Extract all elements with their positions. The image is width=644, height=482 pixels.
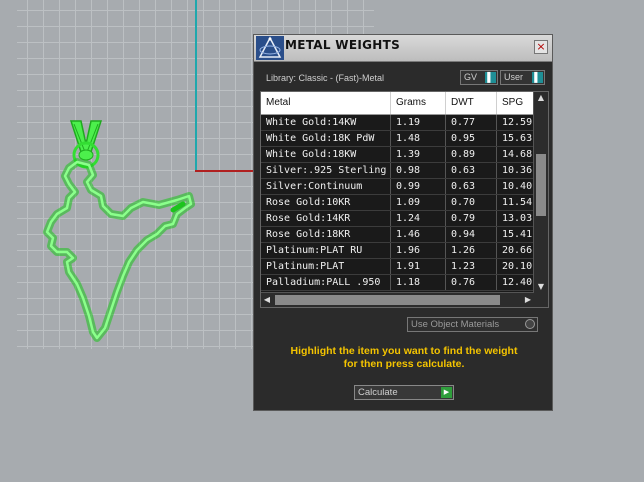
cell-spg: 20.66: [497, 243, 534, 258]
table-row[interactable]: Silver:.925 Sterling 0.98 0.63 10.36: [261, 163, 534, 179]
cell-metal: White Gold:14KW: [261, 115, 391, 130]
vertical-scroll-thumb[interactable]: [536, 154, 546, 216]
table-row[interactable]: Rose Gold:18KR 1.46 0.94 15.41: [261, 227, 534, 243]
cell-dwt: 0.79: [446, 211, 497, 226]
chevron-down-icon[interactable]: ▼: [534, 281, 548, 293]
cell-grams: 0.98: [391, 163, 446, 178]
cell-spg: 12.40: [497, 275, 534, 290]
user-label: User: [504, 72, 524, 82]
cell-spg: 15.63: [497, 131, 534, 146]
table-header: Metal Grams DWT SPG: [261, 92, 534, 115]
column-header-spg[interactable]: SPG: [497, 92, 534, 114]
cell-spg: 15.41: [497, 227, 534, 242]
cell-grams: 1.91: [391, 259, 446, 274]
library-label: Library: Classic - (Fast)-Metal: [266, 73, 385, 83]
cell-grams: 1.48: [391, 131, 446, 146]
column-header-dwt[interactable]: DWT: [446, 92, 497, 114]
cell-spg: 20.10: [497, 259, 534, 274]
table-row[interactable]: White Gold:18KW 1.39 0.89 14.68: [261, 147, 534, 163]
play-icon: ▶: [441, 387, 452, 398]
table-row[interactable]: White Gold:18K PdW 1.48 0.95 15.63: [261, 131, 534, 147]
cell-metal: Silver:Continuum: [261, 179, 391, 194]
cell-spg: 10.36: [497, 163, 534, 178]
cell-metal: Rose Gold:14KR: [261, 211, 391, 226]
cell-dwt: 0.94: [446, 227, 497, 242]
cell-metal: Palladium:PALL .950: [261, 275, 391, 290]
scroll-corner: [534, 293, 548, 307]
cell-dwt: 0.89: [446, 147, 497, 162]
cell-spg: 10.40: [497, 179, 534, 194]
calculate-button[interactable]: Calculate ▶: [354, 385, 454, 400]
table-row[interactable]: White Gold:14KW 1.19 0.77 12.59: [261, 115, 534, 131]
horizontal-scroll-thumb[interactable]: [275, 295, 500, 305]
metal-weights-dialog: METAL WEIGHTS × Library: Classic - (Fast…: [253, 34, 553, 411]
cell-grams: 1.18: [391, 275, 446, 290]
cell-grams: 0.99: [391, 179, 446, 194]
horizontal-scrollbar[interactable]: ◀ ▶: [261, 292, 534, 307]
vertical-scrollbar[interactable]: ▲ ▼: [533, 92, 548, 293]
cell-spg: 14.68: [497, 147, 534, 162]
cell-grams: 1.46: [391, 227, 446, 242]
cell-metal: Silver:.925 Sterling: [261, 163, 391, 178]
chevron-up-icon[interactable]: ▲: [534, 92, 548, 104]
instruction-text: Highlight the item you want to find the …: [264, 345, 544, 371]
column-header-metal[interactable]: Metal: [261, 92, 391, 114]
cell-grams: 1.96: [391, 243, 446, 258]
cell-dwt: 1.26: [446, 243, 497, 258]
user-toggle[interactable]: User ▌: [500, 70, 545, 85]
cell-metal: Rose Gold:10KR: [261, 195, 391, 210]
dialog-title: METAL WEIGHTS: [285, 38, 401, 52]
cell-dwt: 0.70: [446, 195, 497, 210]
cell-spg: 13.03: [497, 211, 534, 226]
pendant-model[interactable]: [17, 0, 217, 349]
gv-toggle-icon: ▌: [485, 72, 496, 83]
table-row[interactable]: Rose Gold:10KR 1.09 0.70 11.54: [261, 195, 534, 211]
cell-dwt: 0.76: [446, 275, 497, 290]
user-toggle-icon: ▌: [532, 72, 543, 83]
cell-dwt: 0.63: [446, 163, 497, 178]
cell-grams: 1.39: [391, 147, 446, 162]
instruction-line-2: for then press calculate.: [343, 358, 465, 370]
metal-table[interactable]: Metal Grams DWT SPG White Gold:14KW 1.19 0…: [260, 91, 549, 308]
cell-grams: 1.19: [391, 115, 446, 130]
radio-icon[interactable]: [525, 319, 535, 329]
use-object-materials-toggle[interactable]: Use Object Materials: [407, 317, 538, 332]
gv-toggle[interactable]: GV ▌: [460, 70, 498, 85]
use-object-materials-label: Use Object Materials: [411, 319, 500, 330]
gv-label: GV: [464, 72, 478, 82]
chevron-right-icon[interactable]: ▶: [522, 293, 534, 307]
cell-metal: Rose Gold:18KR: [261, 227, 391, 242]
table-row[interactable]: Rose Gold:14KR 1.24 0.79 13.03: [261, 211, 534, 227]
close-icon[interactable]: ×: [534, 40, 548, 54]
table-row[interactable]: Palladium:PALL .950 1.18 0.76 12.40: [261, 275, 534, 291]
cell-dwt: 0.95: [446, 131, 497, 146]
dialog-title-bar[interactable]: METAL WEIGHTS ×: [254, 35, 552, 62]
table-row[interactable]: Platinum:PLAT RU 1.96 1.26 20.66: [261, 243, 534, 259]
cell-metal: White Gold:18KW: [261, 147, 391, 162]
chevron-left-icon[interactable]: ◀: [261, 293, 273, 307]
cell-metal: Platinum:PLAT RU: [261, 243, 391, 258]
cell-grams: 1.09: [391, 195, 446, 210]
cell-metal: White Gold:18K PdW: [261, 131, 391, 146]
cell-dwt: 0.63: [446, 179, 497, 194]
calculate-label: Calculate: [358, 387, 398, 398]
cell-metal: Platinum:PLAT: [261, 259, 391, 274]
cell-dwt: 0.77: [446, 115, 497, 130]
cell-dwt: 1.23: [446, 259, 497, 274]
table-row[interactable]: Platinum:PLAT 1.91 1.23 20.10: [261, 259, 534, 275]
cell-grams: 1.24: [391, 211, 446, 226]
table-row[interactable]: Silver:Continuum 0.99 0.63 10.40: [261, 179, 534, 195]
cell-spg: 11.54: [497, 195, 534, 210]
column-header-grams[interactable]: Grams: [391, 92, 446, 114]
cell-spg: 12.59: [497, 115, 534, 130]
instruction-line-1: Highlight the item you want to find the …: [290, 345, 518, 357]
tripod-logo-icon: [256, 36, 284, 60]
